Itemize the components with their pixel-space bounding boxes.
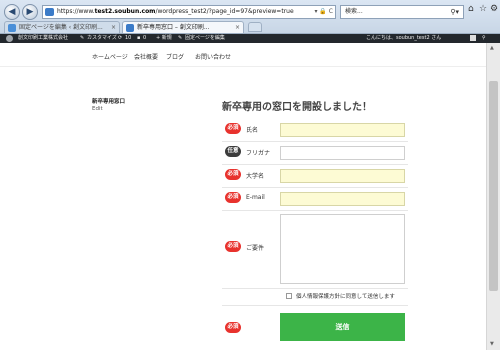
url-path: /wordpress_test2/?page_id=97&preview=tru… — [155, 8, 294, 15]
scroll-up-icon[interactable]: ▲ — [490, 45, 494, 51]
email-label: E-mail — [246, 194, 265, 201]
required-badge: 必須 — [225, 123, 241, 134]
search-input[interactable]: 検索... ⚲▾ — [340, 5, 464, 19]
page-content: ホームページ 会社概要 ブログ お問い合わせ 新卒専用窓口 Edit 新卒専用の… — [0, 43, 486, 350]
forward-button[interactable]: ▶ — [22, 4, 38, 20]
required-badge: 必須 — [225, 241, 241, 252]
url-prefix: https://www. — [57, 8, 95, 15]
tab-favicon-icon — [8, 24, 16, 32]
name-label: 氏名 — [246, 127, 259, 134]
tab-edit-page[interactable]: 固定ページを編集 ‹ 創文印刷... × — [4, 21, 120, 33]
adminbar-new[interactable]: + 新規 — [156, 34, 172, 43]
search-placeholder: 検索... — [345, 8, 363, 15]
url-host: test2.soubun.com — [94, 8, 156, 15]
site-favicon-icon — [45, 8, 54, 16]
scroll-thumb[interactable] — [489, 81, 498, 291]
adminbar-greeting[interactable]: こんにちは、soubun_test2 さん — [366, 34, 441, 43]
wp-admin-bar: 創文印刷工業株式会社 ✎ カスタマイズ ⟳ 10 ▪ 0 + 新規 ✎ 固定ペー… — [0, 34, 500, 43]
adminbar-site-name[interactable]: 創文印刷工業株式会社 — [18, 34, 68, 43]
university-field[interactable] — [280, 169, 405, 183]
field-divider — [222, 305, 408, 306]
favorites-star-icon[interactable]: ☆ — [479, 4, 487, 14]
brush-icon: ✎ — [80, 35, 85, 41]
settings-gear-icon[interactable]: ⚙ — [490, 4, 498, 14]
adminbar-customize[interactable]: カスタマイズ — [87, 34, 117, 43]
inquiry-label: ご要件 — [246, 245, 265, 252]
field-divider — [222, 288, 408, 289]
submit-button[interactable]: 送信 — [280, 313, 405, 341]
address-bar[interactable]: https://www.test2.soubun.com/wordpress_t… — [42, 5, 336, 19]
university-label: 大学名 — [246, 173, 265, 180]
tab-preview[interactable]: 新卒専用窓口 – 創文印刷... × — [122, 21, 244, 33]
field-divider — [222, 164, 408, 165]
close-tab-icon[interactable]: × — [235, 22, 240, 33]
pencil-icon: ✎ — [178, 35, 183, 41]
avatar[interactable] — [470, 35, 476, 41]
nav-item-blog[interactable]: ブログ — [166, 52, 184, 61]
tab-label: 固定ページを編集 ‹ 創文印刷... — [19, 24, 103, 31]
adminbar-edit-page[interactable]: 固定ページを編集 — [185, 34, 225, 43]
tab-favicon-icon — [126, 24, 134, 32]
optional-badge: 任意 — [225, 146, 241, 157]
sidebar-page-title: 新卒専用窓口 — [92, 99, 126, 105]
nav-item-company[interactable]: 会社概要 — [134, 52, 158, 61]
name-field[interactable] — [280, 123, 405, 137]
nav-item-contact[interactable]: お問い合わせ — [195, 52, 231, 61]
browser-toolbar: ◀ ▶ https://www.test2.soubun.com/wordpre… — [0, 0, 500, 34]
adminbar-comments-count[interactable]: 0 — [143, 34, 146, 43]
field-divider — [222, 141, 408, 142]
nav-divider — [0, 66, 486, 67]
field-divider — [222, 210, 408, 211]
consent-label: 個人情報保護方針に同意して送信します — [296, 294, 395, 300]
required-badge: 必須 — [225, 192, 241, 203]
furigana-label: フリガナ — [246, 150, 271, 157]
email-field[interactable] — [280, 192, 405, 206]
wordpress-logo-icon[interactable] — [6, 35, 13, 42]
back-button[interactable]: ◀ — [4, 4, 20, 20]
search-icon[interactable]: ⚲▾ — [450, 6, 459, 18]
consent-checkbox[interactable] — [286, 293, 292, 299]
edit-link[interactable]: Edit — [92, 106, 103, 112]
scroll-down-icon[interactable]: ▼ — [490, 341, 494, 347]
comments-icon: ▪ — [137, 35, 141, 41]
close-tab-icon[interactable]: × — [111, 22, 116, 33]
field-divider — [222, 187, 408, 188]
nav-item-home[interactable]: ホームページ — [92, 52, 128, 61]
inquiry-textarea[interactable] — [280, 214, 405, 284]
adminbar-updates-count[interactable]: 10 — [125, 34, 131, 43]
search-icon[interactable]: ⚲ — [482, 34, 486, 43]
new-tab-button[interactable] — [248, 22, 262, 32]
furigana-field[interactable] — [280, 146, 405, 160]
tab-label: 新卒専用窓口 – 創文印刷... — [137, 24, 210, 31]
page-title: 新卒専用の窓口を開設しました！ — [222, 102, 372, 113]
url-controls[interactable]: ▾ 🔒 C — [315, 6, 334, 18]
page-scrollbar[interactable]: ▲ ▼ — [486, 43, 500, 350]
required-badge: 必須 — [225, 322, 241, 333]
updates-icon: ⟳ — [118, 35, 123, 41]
home-icon[interactable]: ⌂ — [468, 4, 474, 14]
required-badge: 必須 — [225, 169, 241, 180]
